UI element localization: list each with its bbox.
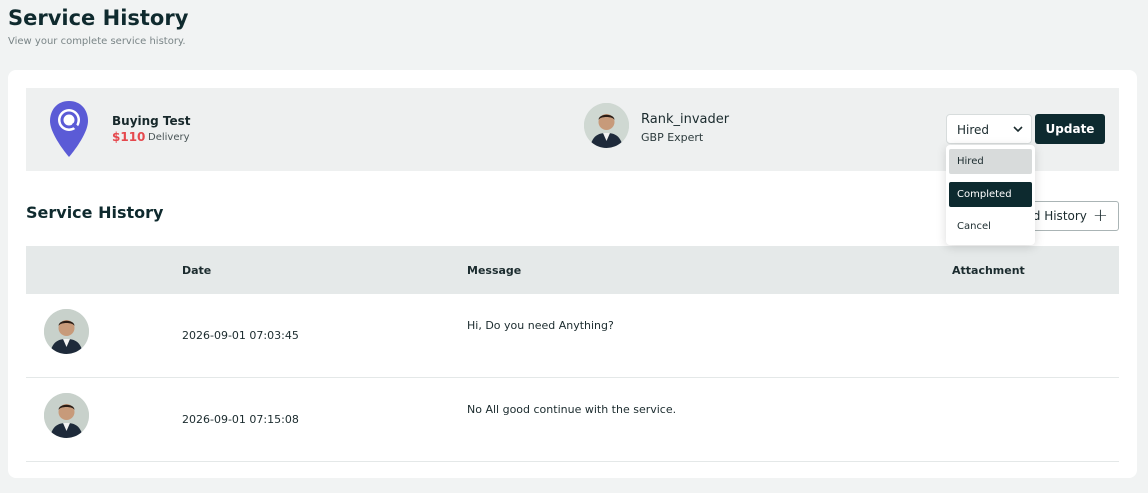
column-header-attachment: Attachment bbox=[952, 264, 1025, 277]
page-title: Service History bbox=[8, 6, 189, 30]
row-message: Hi, Do you need Anything? bbox=[467, 319, 614, 332]
row-message: No All good continue with the service. bbox=[467, 403, 677, 416]
history-table: Date Message Attachment 2026-09-01 07:03… bbox=[26, 246, 1119, 462]
service-type: Delivery bbox=[148, 132, 190, 143]
location-search-icon bbox=[50, 101, 88, 157]
avatar bbox=[44, 309, 89, 354]
chevron-down-icon bbox=[1013, 126, 1023, 133]
table-header: Date Message Attachment bbox=[26, 246, 1119, 294]
section-title: Service History bbox=[26, 203, 164, 222]
row-date: 2026-09-01 07:15:08 bbox=[182, 413, 299, 426]
content-card: Buying Test $110 Delivery Rank_invader G… bbox=[8, 70, 1137, 478]
status-selected-value: Hired bbox=[957, 123, 990, 137]
row-date: 2026-09-01 07:03:45 bbox=[182, 329, 299, 342]
plus-icon: + bbox=[1092, 205, 1108, 226]
status-option-completed[interactable]: Completed bbox=[949, 182, 1032, 207]
expert-role: GBP Expert bbox=[641, 131, 704, 144]
avatar bbox=[44, 393, 89, 438]
status-option-cancel[interactable]: Cancel bbox=[949, 214, 1032, 239]
column-header-message: Message bbox=[467, 264, 522, 277]
service-price: $110 bbox=[112, 130, 146, 144]
update-button[interactable]: Update bbox=[1035, 114, 1105, 144]
expert-avatar bbox=[584, 103, 629, 148]
column-header-date: Date bbox=[182, 264, 212, 277]
status-select[interactable]: Hired bbox=[946, 114, 1032, 144]
table-row: 2026-09-01 07:15:08 No All good continue… bbox=[26, 378, 1119, 462]
status-option-hired[interactable]: Hired bbox=[949, 149, 1032, 174]
status-dropdown-menu: Hired Completed Cancel bbox=[946, 145, 1035, 245]
add-history-label: ld History bbox=[1029, 209, 1087, 223]
expert-name: Rank_invader bbox=[641, 112, 730, 127]
table-row: 2026-09-01 07:03:45 Hi, Do you need Anyt… bbox=[26, 294, 1119, 378]
page-subtitle: View your complete service history. bbox=[8, 36, 186, 47]
service-name: Buying Test bbox=[112, 114, 191, 128]
